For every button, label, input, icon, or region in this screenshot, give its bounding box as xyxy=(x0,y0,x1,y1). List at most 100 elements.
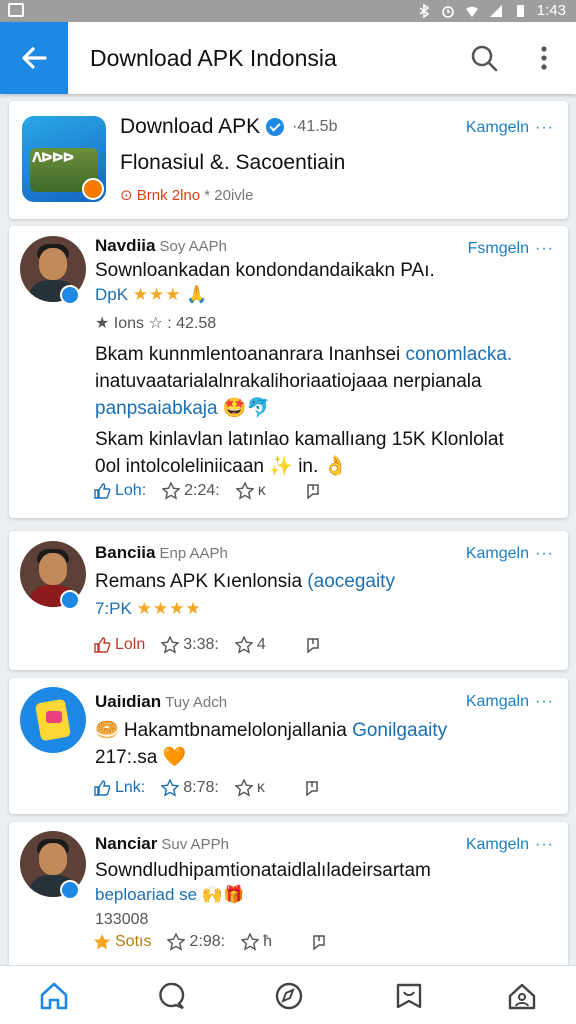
comment-button[interactable] xyxy=(303,779,321,797)
verified-icon xyxy=(60,880,80,900)
signal-icon xyxy=(489,4,502,17)
comment-button[interactable] xyxy=(304,482,322,500)
author-meta: Tuy Adch xyxy=(165,694,228,711)
post-count: 133008 xyxy=(95,911,149,928)
comment-button[interactable] xyxy=(304,636,322,654)
badge-icon xyxy=(82,178,104,200)
author-name: Nanciar xyxy=(95,834,158,853)
post-stats: Loln 3:38: 4 xyxy=(93,636,322,654)
star-button[interactable]: 8:78: xyxy=(161,779,219,797)
like-button[interactable]: Loln xyxy=(93,636,145,654)
verified-icon xyxy=(60,590,80,610)
post-headline: 🥯 Hakamtbnamelolonjallania Gonilgaaity xyxy=(95,720,448,741)
post-headline: Sowndludhipamtionataidlalıladeirsartam xyxy=(95,860,431,881)
bluetooth-icon xyxy=(419,3,430,18)
verified-icon xyxy=(266,118,285,136)
home-icon[interactable] xyxy=(38,980,70,1012)
post-tag: DpK xyxy=(95,285,129,304)
discover-icon[interactable] xyxy=(273,980,305,1012)
post-headline: Sownloankadan kondondandaikakn PAı. xyxy=(95,260,435,281)
like-button[interactable]: Lnk: xyxy=(93,779,145,797)
featured-app-card[interactable]: ᐱᐅᐅᐅ Download APK ·41.5b Flonasiul &. Sa… xyxy=(9,101,568,219)
status-bar: 1:43 xyxy=(0,0,576,22)
comment-icon xyxy=(307,638,319,654)
post-body-2: Skam kinlavlan latınlao kamallıang 15K K… xyxy=(95,429,504,477)
wifi-icon xyxy=(465,6,478,17)
app-meta-rating: ⊙ Brnk 2lno xyxy=(120,187,201,204)
app-icon-label: ᐱᐅᐅᐅ xyxy=(32,150,74,165)
author-meta: Suv APPh xyxy=(161,836,229,853)
star-outline-icon xyxy=(235,482,254,500)
app-name: Download APK xyxy=(120,115,261,138)
share-button[interactable]: 4 xyxy=(234,636,266,654)
app-logo[interactable] xyxy=(20,687,86,753)
post-rating-line: ★ Ions ☆ : 42.58 xyxy=(95,315,217,332)
alarm-icon xyxy=(441,5,454,18)
author-name: Navdiia xyxy=(95,236,156,255)
comment-icon xyxy=(306,781,318,797)
action-link[interactable]: Kamgeln ··· xyxy=(466,545,554,563)
app-meta-downloads: * 20ivle xyxy=(204,187,254,204)
app-bar: Download APK Indonsia xyxy=(0,22,576,94)
post-subline: 217:.sa 🧡 xyxy=(95,747,187,768)
thumbs-up-icon xyxy=(94,483,111,499)
app-subtitle: Flonasiul &. Sacoentiain xyxy=(120,151,346,174)
notification-icon xyxy=(8,3,24,17)
star-outline-icon xyxy=(234,779,253,797)
star-icon xyxy=(162,482,181,500)
post-stats: Lnk: 8:78: ĸ xyxy=(93,779,321,797)
star-filled-icon xyxy=(94,934,110,950)
post-body: Bkam kunnmlentoananrara Inanhsei conomla… xyxy=(95,344,513,419)
post-stats: Loh: 2:24: ᴋ xyxy=(93,482,322,500)
author-meta: Soy AAPh xyxy=(159,238,228,255)
share-button[interactable]: ᴋ xyxy=(235,482,266,500)
saved-icon[interactable] xyxy=(393,980,425,1012)
back-button[interactable] xyxy=(0,22,68,94)
emoji: 🙌🎁 xyxy=(201,885,245,904)
like-button[interactable]: Sotıs xyxy=(93,933,151,951)
chat-icon[interactable] xyxy=(156,980,188,1012)
star-button[interactable]: 2:98: xyxy=(167,933,225,951)
share-button[interactable]: ĸ xyxy=(234,779,265,797)
star-outline-icon xyxy=(234,636,253,654)
verified-icon xyxy=(60,285,80,305)
action-link[interactable]: Kamgaln ··· xyxy=(466,693,554,711)
post-headline: Remans APK Kıenlonsia (aocegaity xyxy=(95,571,395,592)
emoji: 🙏 xyxy=(186,285,208,304)
like-button[interactable]: Loh: xyxy=(93,482,146,500)
post-card: Nanciar Suv APPh Kamgeln ··· Sowndludhipam… xyxy=(9,822,568,968)
page-title: Download APK Indonsia xyxy=(90,45,337,71)
arrow-left-icon xyxy=(22,47,47,69)
thumbs-up-icon xyxy=(94,780,111,796)
share-button[interactable]: ħ xyxy=(241,933,272,951)
star-outline-icon xyxy=(241,933,260,951)
author-meta: Enp AAPh xyxy=(159,545,228,562)
status-time: 1:43 xyxy=(536,2,566,19)
star-button[interactable]: 3:38: xyxy=(161,636,219,654)
comment-button[interactable] xyxy=(310,933,328,951)
search-icon[interactable] xyxy=(468,42,500,74)
star-icon xyxy=(161,636,180,654)
post-tag: 7:PK xyxy=(95,599,132,618)
more-options-icon[interactable] xyxy=(530,42,558,74)
post-card: Uaiıdian Tuy Adch Kamgaln ··· 🥯 Hakamtbnam… xyxy=(9,678,568,814)
action-link[interactable]: Fsmgeln ··· xyxy=(468,240,554,258)
battery-icon xyxy=(516,4,524,17)
star-icon xyxy=(167,933,186,951)
thumbs-up-icon xyxy=(94,637,111,653)
post-stats: Sotıs 2:98: ħ xyxy=(93,933,328,951)
action-link[interactable]: Kamgeln ··· xyxy=(466,836,554,854)
star-icon xyxy=(161,779,180,797)
star-button[interactable]: 2:24: xyxy=(162,482,220,500)
author-name: Uaiıdian xyxy=(95,692,162,711)
action-link[interactable]: Kamgeln ··· xyxy=(466,119,554,137)
app-icon: ᐱᐅᐅᐅ xyxy=(22,116,106,202)
app-size: ·41.5b xyxy=(292,118,338,135)
rating-stars: ★★★★ xyxy=(136,599,202,618)
profile-icon[interactable] xyxy=(506,980,538,1012)
post-card: Banciia Enp AAPh Kamgeln ··· Remans APK Kı… xyxy=(9,531,568,670)
app-meta: ⊙ Brnk 2lno * 20ivle xyxy=(120,186,253,204)
author-name: Banciia xyxy=(95,543,156,562)
comment-icon xyxy=(306,484,319,500)
bottom-navigation xyxy=(0,965,576,1024)
